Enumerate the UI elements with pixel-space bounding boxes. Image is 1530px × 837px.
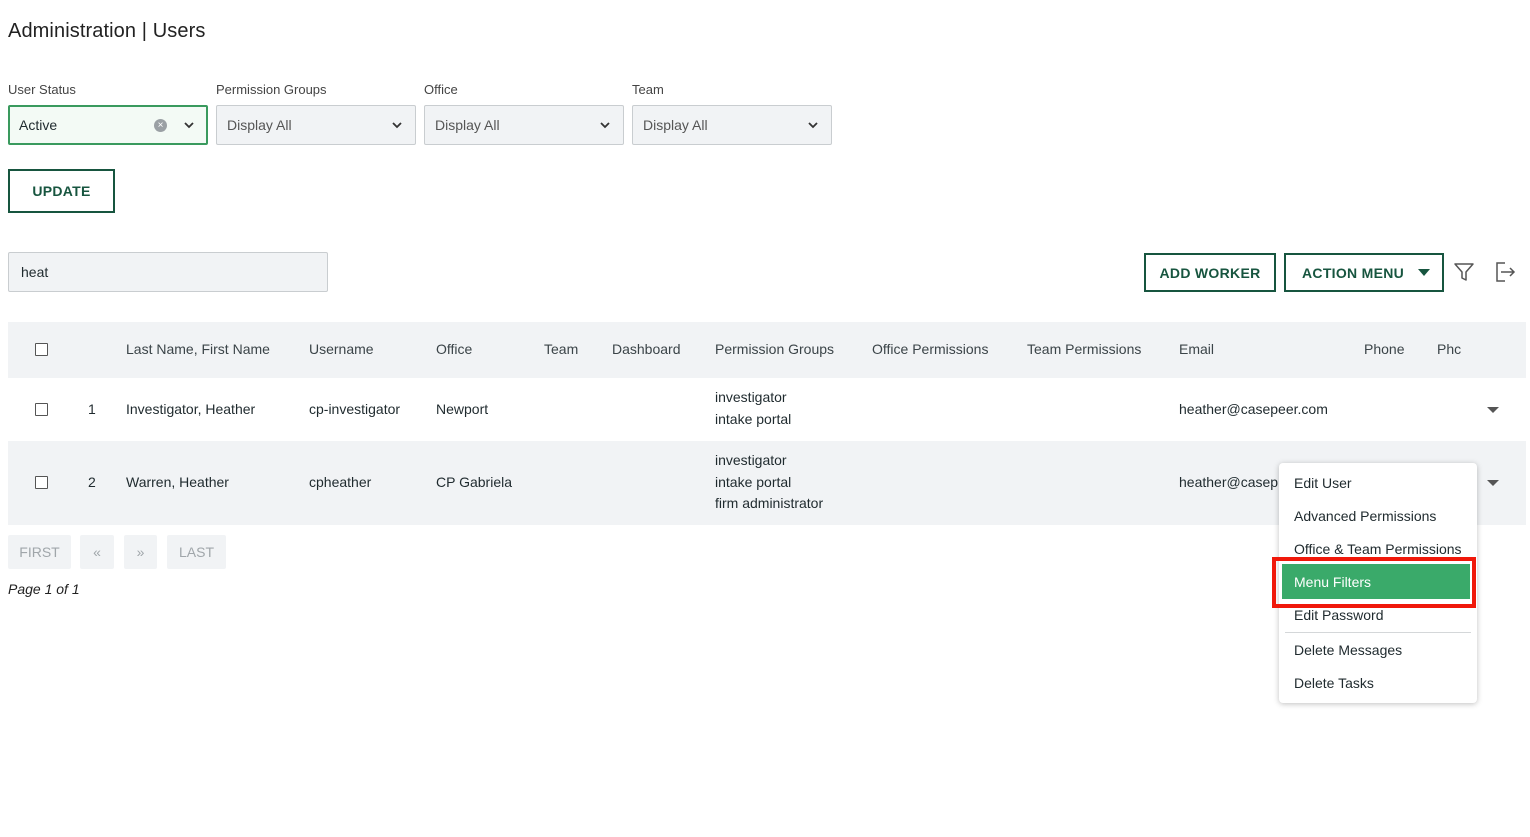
select-all-checkbox[interactable] <box>35 343 48 356</box>
menu-item-advanced-permissions[interactable]: Advanced Permissions <box>1294 508 1436 524</box>
row-number: 2 <box>88 474 96 490</box>
user-status-label: User Status <box>8 82 76 97</box>
last-page-button[interactable]: LAST <box>167 535 226 569</box>
column-header-username[interactable]: Username <box>309 341 374 357</box>
office: Newport <box>436 401 489 417</box>
filter-icon[interactable] <box>1452 260 1476 284</box>
prev-page-button[interactable]: « <box>80 535 114 569</box>
page-info: Page 1 of 1 <box>8 581 80 597</box>
menu-item-delete-messages[interactable]: Delete Messages <box>1294 642 1402 658</box>
column-header-phone-2[interactable]: Phc <box>1437 341 1461 357</box>
email: heather@casepeer.com <box>1179 401 1328 417</box>
permission-group: firm administrator <box>715 495 824 511</box>
chevron-down-icon <box>600 122 610 129</box>
page-title: Administration | Users <box>8 20 206 42</box>
column-header-name[interactable]: Last Name, First Name <box>126 341 270 357</box>
email: heather@casep <box>1179 474 1279 490</box>
user-name: Warren, Heather <box>126 474 229 490</box>
column-header-team-permissions[interactable]: Team Permissions <box>1027 341 1141 357</box>
user-status-select[interactable]: Active × <box>8 105 208 145</box>
team-value: Display All <box>643 117 708 133</box>
row-checkbox[interactable] <box>35 403 48 416</box>
caret-down-icon <box>1418 269 1431 276</box>
user-status-value: Active <box>19 117 58 133</box>
office-select[interactable]: Display All <box>424 105 624 145</box>
column-header-office[interactable]: Office <box>436 341 472 357</box>
column-header-dashboard[interactable]: Dashboard <box>612 341 681 357</box>
chevron-down-icon <box>184 122 194 129</box>
row-checkbox[interactable] <box>35 476 48 489</box>
column-header-phone[interactable]: Phone <box>1364 341 1404 357</box>
menu-item-edit-user[interactable]: Edit User <box>1294 475 1352 491</box>
menu-item-office-team-permissions[interactable]: Office & Team Permissions <box>1294 541 1462 557</box>
first-page-button[interactable]: FIRST <box>8 535 71 569</box>
export-icon[interactable] <box>1492 260 1516 284</box>
username: cpheather <box>309 474 372 490</box>
add-worker-button[interactable]: ADD WORKER <box>1144 253 1276 292</box>
permission-groups: investigator intake portal <box>715 387 791 430</box>
column-header-team[interactable]: Team <box>544 341 578 357</box>
menu-item-delete-tasks[interactable]: Delete Tasks <box>1294 675 1374 691</box>
action-menu-label: ACTION MENU <box>1302 264 1405 281</box>
permission-group: investigator <box>715 452 787 468</box>
permission-groups-label: Permission Groups <box>216 82 327 97</box>
team-select[interactable]: Display All <box>632 105 832 145</box>
next-page-button[interactable]: » <box>124 535 157 569</box>
update-button[interactable]: UPDATE <box>8 169 115 213</box>
action-menu-button[interactable]: ACTION MENU <box>1284 253 1444 292</box>
menu-item-edit-password[interactable]: Edit Password <box>1294 607 1383 623</box>
row-number: 1 <box>88 401 96 417</box>
office: CP Gabriela <box>436 474 513 490</box>
permission-groups-select[interactable]: Display All <box>216 105 416 145</box>
team-label: Team <box>632 82 664 97</box>
username: cp-investigator <box>309 401 401 417</box>
column-header-email[interactable]: Email <box>1179 341 1214 357</box>
office-value: Display All <box>435 117 500 133</box>
chevron-down-icon <box>392 122 402 129</box>
office-label: Office <box>424 82 458 97</box>
column-header-permission-groups[interactable]: Permission Groups <box>715 341 834 357</box>
annotation-highlight-box <box>1272 557 1476 608</box>
column-header-office-permissions[interactable]: Office Permissions <box>872 341 988 357</box>
row-menu-caret-icon[interactable] <box>1487 407 1499 413</box>
user-name: Investigator, Heather <box>126 401 256 417</box>
search-input[interactable]: heat <box>8 252 328 292</box>
row-menu-caret-icon[interactable] <box>1487 480 1499 486</box>
permission-groups: investigator intake portal firm administ… <box>715 450 823 515</box>
permission-group: intake portal <box>715 410 792 427</box>
menu-divider <box>1285 632 1471 633</box>
permission-groups-value: Display All <box>227 117 292 133</box>
chevron-down-icon <box>808 122 818 129</box>
clear-icon[interactable]: × <box>154 118 167 132</box>
permission-group: investigator <box>715 389 787 405</box>
permission-group: intake portal <box>715 473 792 490</box>
